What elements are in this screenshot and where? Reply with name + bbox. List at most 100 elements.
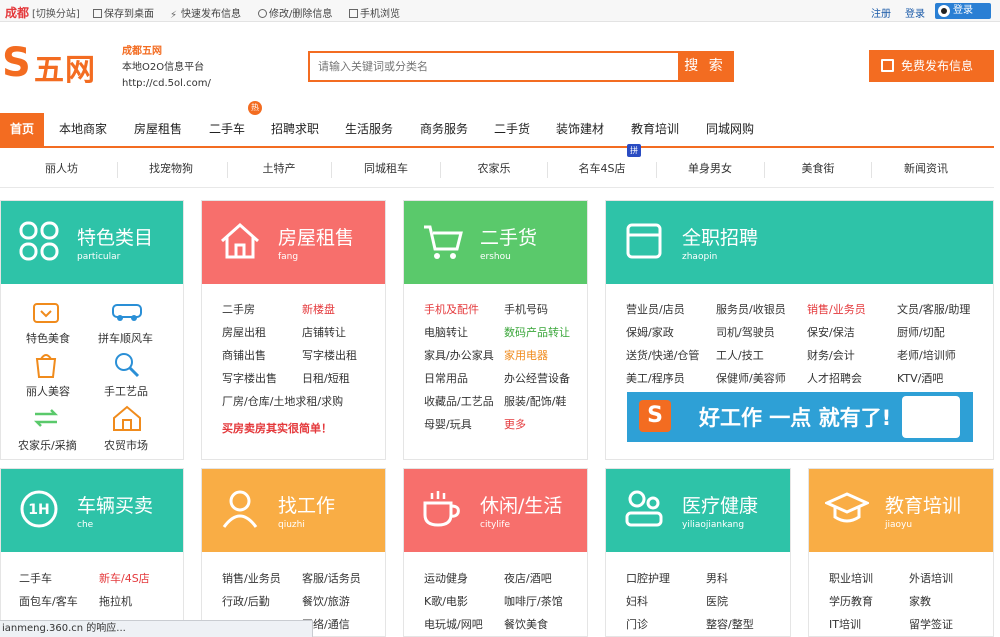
- jobs-banner[interactable]: S 好工作 一点 就有了!: [627, 392, 973, 442]
- list-item[interactable]: 老师/培训师: [897, 347, 956, 363]
- list-item[interactable]: 保健师/美容师: [716, 370, 786, 386]
- list-item[interactable]: 手机号码: [504, 301, 548, 317]
- list-item[interactable]: 二手房: [222, 301, 255, 317]
- list-item[interactable]: 商铺出售: [222, 347, 266, 363]
- list-item[interactable]: 学历教育: [829, 593, 873, 609]
- list-item[interactable]: K歌/电影: [424, 593, 468, 609]
- card-header[interactable]: 教育培训 jiaoyu: [809, 469, 993, 552]
- subnav-singles[interactable]: 单身男女: [656, 150, 764, 188]
- list-item[interactable]: 服务员/收银员: [716, 301, 786, 317]
- list-item[interactable]: 面包车/客车: [19, 593, 78, 609]
- list-item[interactable]: 保姆/家政: [626, 324, 674, 340]
- nav-online-shopping[interactable]: 同城网购: [699, 113, 761, 146]
- list-item[interactable]: 新车/4S店: [99, 570, 150, 586]
- list-item[interactable]: 母婴/玩具: [424, 416, 472, 432]
- qq-login-button[interactable]: 登录: [935, 3, 991, 19]
- list-item[interactable]: 文员/客服/助理: [897, 301, 970, 317]
- list-item[interactable]: 电脑转让: [424, 324, 468, 340]
- list-item[interactable]: 厂房/仓库/土地求租/求购: [222, 393, 343, 409]
- list-item[interactable]: 美工/程序员: [626, 370, 685, 386]
- nav-housing[interactable]: 房屋租售: [127, 113, 189, 146]
- list-item[interactable]: 餐饮/旅游: [302, 593, 350, 609]
- subnav-food-street[interactable]: 美食街: [764, 150, 872, 188]
- list-item[interactable]: 留学签证: [909, 616, 953, 632]
- list-item[interactable]: 司机/驾驶员: [716, 324, 775, 340]
- list-item[interactable]: 行政/后勤: [222, 593, 270, 609]
- list-item[interactable]: IT培训: [829, 616, 861, 632]
- subnav-car-rental[interactable]: 同城租车: [331, 150, 441, 188]
- list-item[interactable]: 拖拉机: [99, 593, 132, 609]
- nav-life-services[interactable]: 生活服务: [338, 113, 400, 146]
- subnav-news[interactable]: 新闻资讯: [871, 150, 981, 188]
- list-item[interactable]: 二手车: [19, 570, 52, 586]
- list-item[interactable]: 手机及配件: [424, 301, 479, 317]
- nav-second-hand[interactable]: 二手货: [487, 113, 537, 146]
- list-item[interactable]: 夜店/酒吧: [504, 570, 552, 586]
- list-item[interactable]: 人才招聘会: [807, 370, 862, 386]
- register-link[interactable]: 注册: [871, 5, 891, 20]
- nav-used-car[interactable]: 二手车: [202, 113, 252, 146]
- list-item[interactable]: 餐饮美食: [504, 616, 548, 632]
- card-header[interactable]: 休闲/生活 citylife: [404, 469, 587, 552]
- list-item[interactable]: 日常用品: [424, 370, 468, 386]
- featured-item[interactable]: 拼车顺风车: [98, 330, 153, 346]
- list-item[interactable]: 家教: [909, 593, 931, 609]
- search-button[interactable]: 搜 索: [678, 53, 732, 80]
- subnav-specialty[interactable]: 土特产: [225, 150, 333, 188]
- featured-item[interactable]: 农家乐/采摘: [18, 437, 77, 453]
- nav-business-services[interactable]: 商务服务: [413, 113, 475, 146]
- list-item[interactable]: 店铺转让: [302, 324, 346, 340]
- subnav-beauty[interactable]: 丽人坊: [0, 150, 123, 188]
- more-link[interactable]: 更多: [504, 416, 526, 432]
- list-item[interactable]: KTV/酒吧: [897, 370, 943, 386]
- featured-item[interactable]: 手工艺品: [104, 383, 148, 399]
- nav-decoration[interactable]: 装饰建材: [549, 113, 611, 146]
- card-header[interactable]: 二手货 ershou: [404, 201, 587, 284]
- modify-link[interactable]: 修改/删除信息: [258, 5, 332, 20]
- nav-education[interactable]: 教育培训: [624, 113, 686, 146]
- featured-item[interactable]: 农贸市场: [104, 437, 148, 453]
- list-item[interactable]: 门诊: [626, 616, 648, 632]
- list-item[interactable]: 保安/保洁: [807, 324, 855, 340]
- list-item[interactable]: 咖啡厅/茶馆: [504, 593, 563, 609]
- card-header[interactable]: 特色类目 particular: [1, 201, 183, 284]
- list-item[interactable]: 写字楼出租: [302, 347, 357, 363]
- list-item[interactable]: 电玩城/网吧: [424, 616, 483, 632]
- publish-button[interactable]: 免费发布信息: [869, 50, 994, 82]
- featured-item[interactable]: 丽人美容: [26, 383, 70, 399]
- list-item[interactable]: 整容/整型: [706, 616, 754, 632]
- list-item[interactable]: 营业员/店员: [626, 301, 685, 317]
- list-item[interactable]: 新楼盘: [302, 301, 335, 317]
- list-item[interactable]: 厨师/切配: [897, 324, 945, 340]
- login-link[interactable]: 登录: [905, 5, 925, 20]
- list-item[interactable]: 办公经营设备: [504, 370, 570, 386]
- list-item[interactable]: 销售/业务员: [807, 301, 866, 317]
- nav-local-business[interactable]: 本地商家: [52, 113, 114, 146]
- list-item[interactable]: 口腔护理: [626, 570, 670, 586]
- card-header[interactable]: 全职招聘 zhaopin: [606, 201, 993, 284]
- list-item[interactable]: 家用电器: [504, 347, 548, 363]
- promo-link[interactable]: 买房卖房其实很简单！: [222, 420, 332, 436]
- list-item[interactable]: 客服/话务员: [302, 570, 361, 586]
- list-item[interactable]: 工人/技工: [716, 347, 764, 363]
- list-item[interactable]: 运动健身: [424, 570, 468, 586]
- nav-home[interactable]: 首页: [0, 113, 44, 146]
- list-item[interactable]: 房屋出租: [222, 324, 266, 340]
- list-item[interactable]: 家具/办公家具: [424, 347, 494, 363]
- card-header[interactable]: 医疗健康 yiliaojiankang: [606, 469, 790, 552]
- save-desktop-link[interactable]: 保存到桌面: [93, 5, 154, 20]
- list-item[interactable]: 日租/短租: [302, 370, 350, 386]
- list-item[interactable]: 外语培训: [909, 570, 953, 586]
- list-item[interactable]: 男科: [706, 570, 728, 586]
- card-header[interactable]: 房屋租售 fang: [202, 201, 385, 284]
- subnav-pets[interactable]: 找宠物狗: [112, 150, 230, 188]
- list-item[interactable]: 数码产品转让: [504, 324, 570, 340]
- list-item[interactable]: 送货/快递/仓管: [626, 347, 699, 363]
- card-header[interactable]: 找工作 qiuzhi: [202, 469, 385, 552]
- list-item[interactable]: 妇科: [626, 593, 648, 609]
- search-input[interactable]: [310, 53, 678, 80]
- switch-city-link[interactable]: [切换分站]: [32, 5, 80, 20]
- nav-jobs[interactable]: 招聘求职: [264, 113, 326, 146]
- card-header[interactable]: 1H 车辆买卖 che: [1, 469, 183, 552]
- mobile-link[interactable]: 手机浏览: [349, 5, 400, 20]
